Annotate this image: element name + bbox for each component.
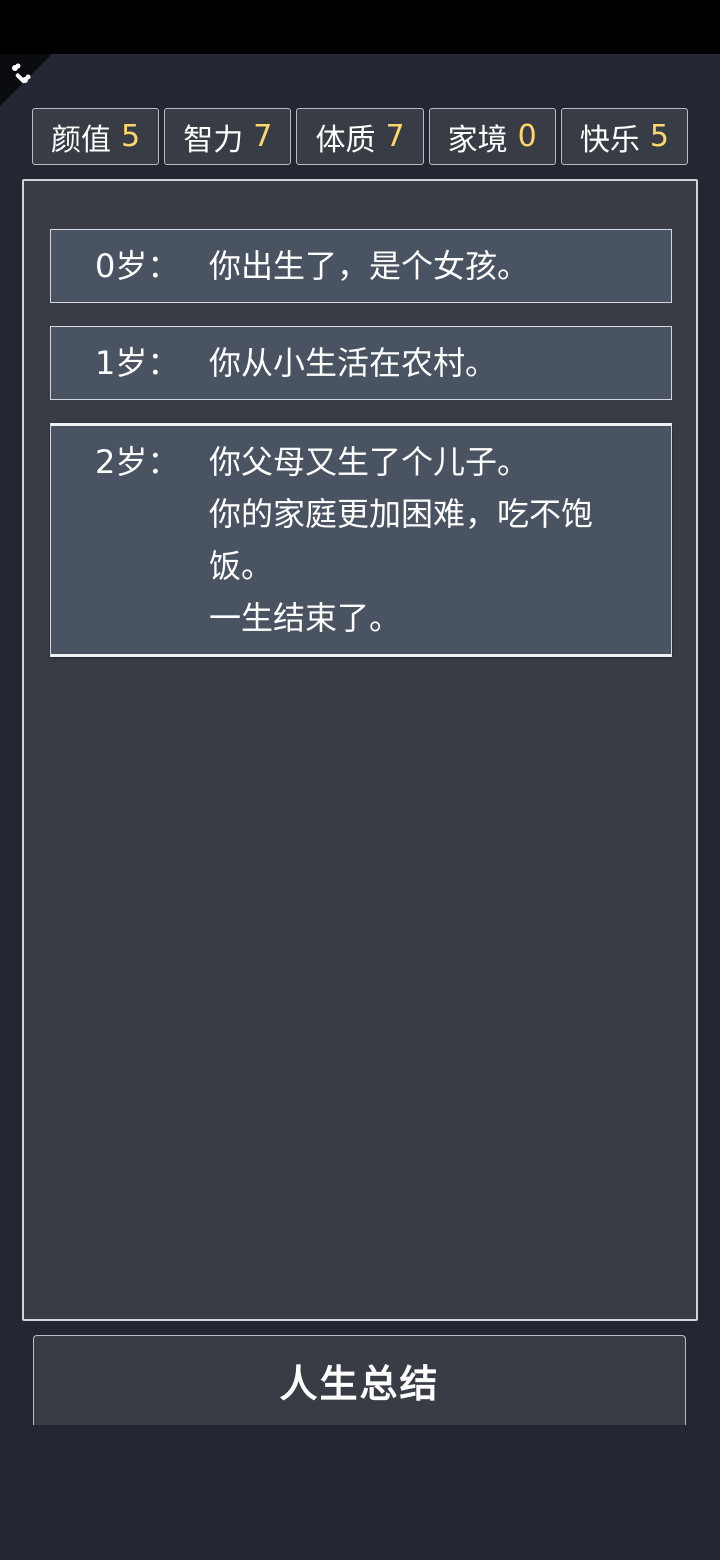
entry-age: 0岁： — [95, 247, 180, 285]
stat-label: 体质 — [315, 122, 376, 158]
entry-age: 2岁： — [95, 443, 180, 481]
entry-text: 你父母又生了个儿子。 你的家庭更加困难，吃不饱 饭。 一生结束了。 — [209, 426, 671, 654]
log-entry-final: 2岁： 你父母又生了个儿子。 你的家庭更加困难，吃不饱 饭。 一生结束了。 — [50, 423, 672, 657]
bone-icon[interactable] — [10, 62, 34, 86]
entry-line: 一生结束了。 — [209, 599, 402, 637]
stat-value: 7 — [385, 119, 405, 154]
life-summary-button[interactable]: 人生总结 — [33, 1335, 686, 1425]
entry-text: 你从小生活在农村。 — [209, 327, 671, 399]
stat-intelligence: 智力 7 — [164, 108, 292, 165]
entry-line: 你父母又生了个儿子。 — [209, 443, 530, 481]
stat-value: 7 — [253, 119, 273, 154]
stat-happiness: 快乐 5 — [560, 108, 689, 165]
stat-label: 家境 — [447, 122, 508, 158]
entry-text: 你出生了，是个女孩。 — [209, 230, 671, 302]
log-entry: 0岁： 你出生了，是个女孩。 — [50, 229, 672, 303]
entry-line: 你出生了，是个女孩。 — [209, 247, 530, 285]
attribute-stats: 颜值 5 智力 7 体质 7 家境 0 快乐 5 — [32, 108, 689, 165]
life-log-panel[interactable]: 0岁： 你出生了，是个女孩。 1岁： 你从小生活在农村。 2岁： 你父母又生了个… — [22, 179, 698, 1321]
status-bar — [0, 0, 720, 54]
stat-constitution: 体质 7 — [296, 108, 424, 165]
entry-line: 你的家庭更加困难，吃不饱 — [209, 495, 594, 533]
stat-appearance: 颜值 5 — [32, 108, 160, 165]
log-entry: 1岁： 你从小生活在农村。 — [50, 326, 672, 400]
entry-age: 1岁： — [95, 344, 180, 382]
entry-line: 饭。 — [209, 547, 274, 585]
stat-label: 快乐 — [579, 122, 640, 158]
stat-value: 5 — [649, 119, 669, 154]
stat-value: 5 — [121, 119, 141, 154]
stat-label: 颜值 — [51, 122, 112, 158]
stat-label: 智力 — [183, 122, 244, 158]
stat-family: 家境 0 — [428, 108, 556, 165]
entry-line: 你从小生活在农村。 — [209, 344, 498, 382]
stat-value: 0 — [517, 119, 537, 154]
